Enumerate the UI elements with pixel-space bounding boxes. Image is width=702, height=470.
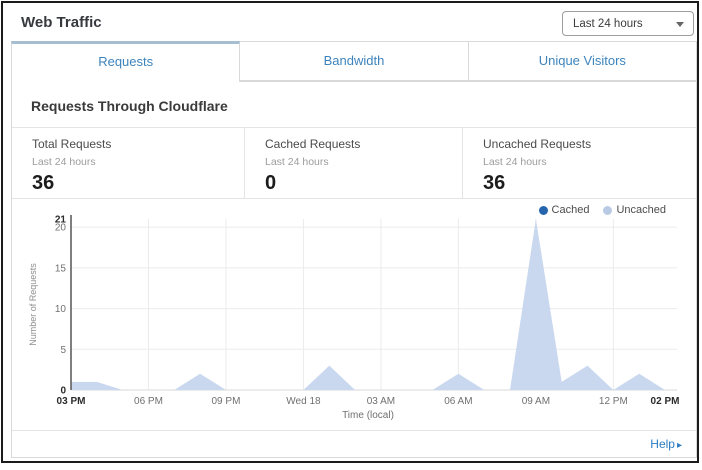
chevron-down-icon (676, 22, 684, 27)
legend-label: Uncached (616, 204, 666, 216)
stat-value: 36 (32, 172, 244, 195)
stat-period: Last 24 hours (265, 156, 462, 168)
help-arrow-icon: ▸ (677, 440, 682, 451)
requests-chart: Cached Uncached 051015202103 PM06 PM09 PM… (12, 199, 696, 430)
svg-text:06 AM: 06 AM (444, 396, 472, 407)
legend-item-uncached[interactable]: Uncached (603, 204, 666, 216)
stat-label: Cached Requests (265, 137, 462, 151)
svg-text:03 AM: 03 AM (367, 396, 395, 407)
svg-text:03 PM: 03 PM (57, 396, 86, 407)
legend-item-cached[interactable]: Cached (539, 204, 590, 216)
card-footer: Help▸ (12, 430, 696, 457)
svg-text:15: 15 (55, 263, 67, 274)
time-range-value: Last 24 hours (573, 18, 643, 30)
svg-text:5: 5 (60, 345, 66, 356)
requests-area-chart: 051015202103 PM06 PM09 PMWed 1803 AM06 A… (12, 199, 696, 430)
svg-text:10: 10 (55, 304, 67, 315)
page-title: Web Traffic (21, 14, 102, 31)
svg-text:12 PM: 12 PM (599, 396, 628, 407)
section-heading: Requests Through Cloudflare (31, 98, 228, 114)
tab-requests-label: Requests (98, 54, 153, 69)
stat-period: Last 24 hours (32, 156, 244, 168)
stats-row: Total Requests Last 24 hours 36 Cached R… (12, 127, 696, 199)
window-frame: Web Traffic Last 24 hours Requests Bandw… (1, 1, 699, 463)
tab-unique-visitors-label: Unique Visitors (539, 53, 626, 68)
stat-label: Total Requests (32, 137, 244, 151)
help-link[interactable]: Help▸ (650, 437, 682, 451)
tab-bandwidth[interactable]: Bandwidth (240, 41, 468, 81)
time-range-select[interactable]: Last 24 hours (562, 11, 694, 36)
help-link-label: Help (650, 437, 675, 451)
cached-dot-icon (539, 206, 548, 215)
svg-text:09 AM: 09 AM (522, 396, 550, 407)
tab-requests[interactable]: Requests (11, 41, 240, 82)
svg-text:Number of Requests: Number of Requests (28, 263, 38, 346)
tab-unique-visitors[interactable]: Unique Visitors (469, 41, 697, 81)
tab-bandwidth-label: Bandwidth (324, 53, 385, 68)
stat-value: 36 (483, 172, 696, 195)
svg-text:Wed 18: Wed 18 (286, 396, 321, 407)
stat-total-requests: Total Requests Last 24 hours 36 (12, 128, 244, 198)
svg-text:0: 0 (60, 386, 66, 397)
stat-uncached-requests: Uncached Requests Last 24 hours 36 (462, 128, 696, 198)
uncached-dot-icon (603, 206, 612, 215)
svg-text:09 PM: 09 PM (212, 396, 241, 407)
stat-value: 0 (265, 172, 462, 195)
svg-text:02 PM: 02 PM (651, 396, 680, 407)
stat-label: Uncached Requests (483, 137, 696, 151)
svg-text:06 PM: 06 PM (134, 396, 163, 407)
stat-cached-requests: Cached Requests Last 24 hours 0 (244, 128, 462, 198)
chart-legend: Cached Uncached (539, 204, 666, 216)
legend-label: Cached (552, 204, 590, 216)
tab-bar: Requests Bandwidth Unique Visitors (11, 41, 697, 82)
svg-text:Time (local): Time (local) (342, 410, 394, 421)
svg-text:21: 21 (55, 215, 67, 226)
stat-period: Last 24 hours (483, 156, 696, 168)
